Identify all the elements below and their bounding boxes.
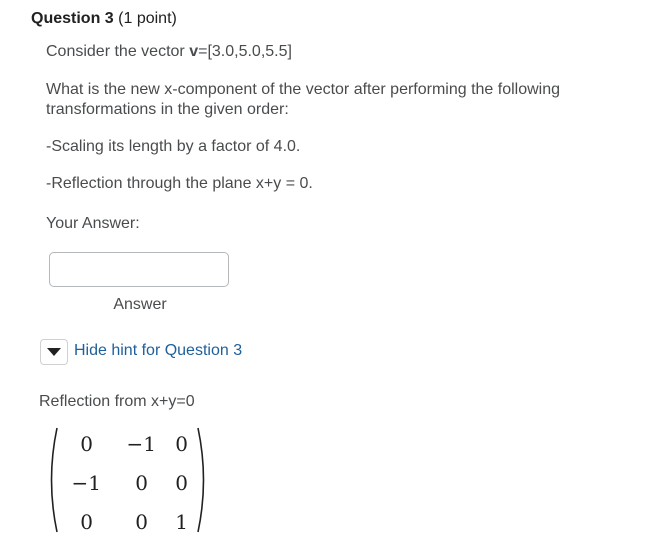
- matrix-cell-r1c3: 0: [175, 432, 188, 456]
- matrix-cell-r3c3: 1: [175, 510, 188, 534]
- consider-text: Consider the vector: [46, 43, 190, 60]
- hide-hint-link[interactable]: Hide hint for Question 3: [74, 342, 242, 360]
- reflection-matrix: 0 −1 0 −1 0 0 0 0 1: [45, 426, 210, 534]
- matrix-cell-r2c1: −1: [71, 471, 101, 495]
- matrix-cell-r3c2: 0: [135, 510, 148, 534]
- reflection-label: Reflection from x+y=0: [39, 393, 195, 410]
- question-prompt: What is the new x-component of the vecto…: [46, 81, 561, 118]
- question-label: Question 3: [31, 10, 114, 27]
- question-vector-statement: Consider the vector v=[3.0,5.0,5.5]: [46, 42, 292, 62]
- question-points: (1 point): [118, 10, 177, 27]
- vector-name: v: [189, 43, 199, 60]
- transformation-step-1: -Scaling its length by a factor of 4.0.: [46, 138, 301, 155]
- hint-toggle-button[interactable]: [40, 339, 68, 365]
- matrix-cell-r1c1: 0: [80, 432, 93, 456]
- question-header: Question 3 (1 point): [31, 10, 177, 28]
- matrix-cell-r2c2: 0: [135, 471, 148, 495]
- matrix-cell-r3c1: 0: [80, 510, 93, 534]
- right-paren: [197, 427, 205, 533]
- your-answer-label: Your Answer:: [46, 215, 140, 232]
- answer-caption: Answer: [113, 296, 167, 313]
- left-paren: [50, 427, 58, 533]
- transformation-step-2: -Reflection through the plane x+y = 0.: [46, 175, 313, 192]
- vector-value: =[3.0,5.0,5.5]: [198, 43, 292, 60]
- matrix-cell-r2c3: 0: [175, 471, 188, 495]
- caret-down-icon: [47, 348, 61, 356]
- answer-input[interactable]: [49, 252, 229, 287]
- matrix-cell-r1c2: −1: [126, 432, 156, 456]
